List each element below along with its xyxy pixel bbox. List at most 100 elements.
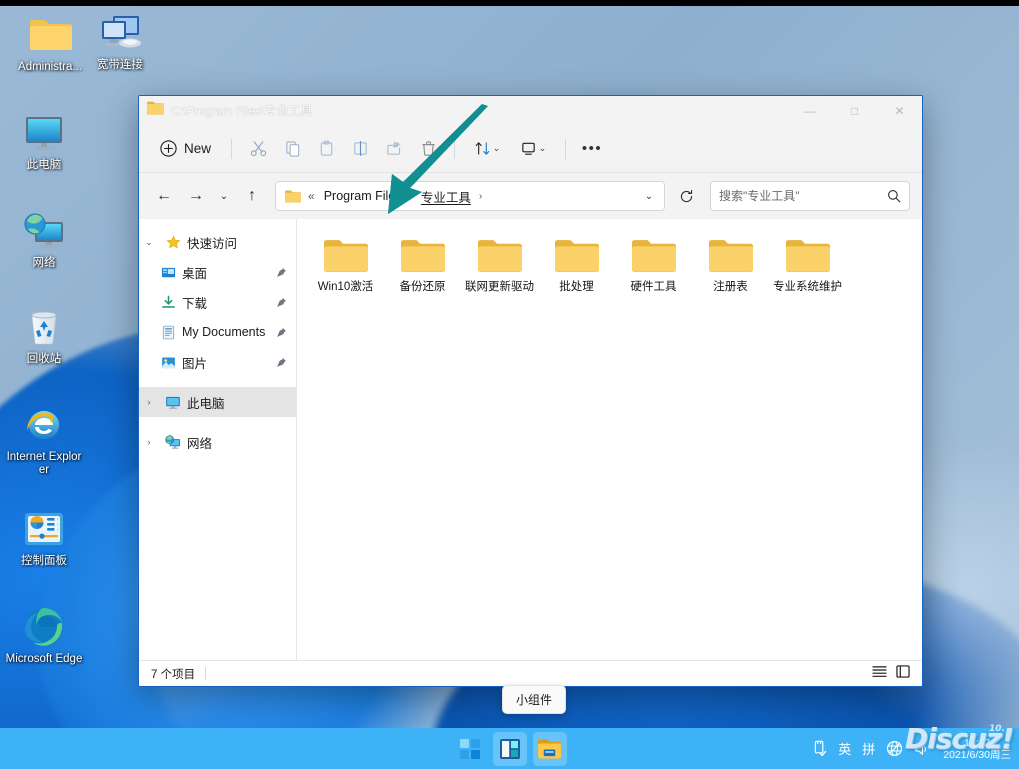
pin-icon[interactable] (274, 297, 288, 308)
address-dropdown-button[interactable]: ⌄ (638, 184, 660, 208)
chevron-down-icon[interactable]: ⌄ (139, 237, 159, 248)
pin-icon[interactable] (274, 357, 288, 368)
refresh-button[interactable] (671, 181, 701, 211)
desktop-icon-network[interactable]: 网络 (4, 208, 84, 270)
taskbar[interactable]: 英 拼 10:12 2021/6/30周三 (0, 728, 1019, 769)
folder-icon (147, 101, 164, 120)
close-button[interactable]: ✕ (877, 96, 922, 125)
chevron-down-icon: ⌄ (492, 143, 501, 153)
command-toolbar[interactable]: New ⌄ ⌄ ••• (139, 125, 922, 173)
sidebar-item-label: 此电脑 (187, 396, 225, 411)
view-toggles[interactable] (872, 664, 910, 683)
chevron-right-icon-2[interactable]: › (139, 437, 159, 447)
system-tray[interactable]: 英 拼 10:12 2021/6/30周三 (812, 737, 1011, 761)
recent-locations-button[interactable]: ⌄ (213, 181, 235, 211)
breadcrumb-program-files[interactable]: Program Files (320, 187, 406, 205)
navigation-pane[interactable]: ⌄ 快速访问 桌面 下载 My Documents 图片 › 此电脑 › 网络 (139, 219, 297, 660)
file-item[interactable]: 硬件工具 (615, 231, 692, 300)
trash-icon (421, 141, 435, 156)
sidebar-item-downloads[interactable]: 下载 (139, 287, 296, 317)
file-item[interactable]: 专业系统维护 (769, 231, 846, 300)
file-explorer-button[interactable] (532, 731, 567, 766)
cut-button[interactable] (241, 134, 275, 164)
desktop-icon-control-panel[interactable]: 控制面板 (4, 506, 84, 568)
desktop-icon-microsoft-edge[interactable]: Microsoft Edge (4, 604, 84, 666)
clock-date: 2021/6/30周三 (943, 748, 1011, 761)
back-button[interactable]: ← (149, 181, 179, 211)
sort-button[interactable]: ⌄ (464, 134, 510, 164)
network-globe-icon[interactable] (886, 740, 903, 757)
sidebar-item-quick-access[interactable]: ⌄ 快速访问 (139, 227, 296, 257)
breadcrumb-separator-1[interactable]: › (408, 191, 413, 202)
breadcrumb-overflow[interactable]: « (306, 189, 317, 203)
sidebar-item-this-pc[interactable]: › 此电脑 (139, 387, 296, 417)
usb-eject-icon[interactable] (812, 740, 827, 757)
file-explorer-window[interactable]: C:\Program Files\专业工具 — □ ✕ New ⌄ ⌄ ••• … (138, 95, 923, 687)
sidebar-item-pictures[interactable]: 图片 (139, 347, 296, 377)
minimize-button[interactable]: — (787, 96, 832, 125)
sidebar-item-network[interactable]: › 网络 (139, 427, 296, 457)
sidebar-item-my-documents[interactable]: My Documents (139, 317, 296, 347)
maximize-button[interactable]: □ (832, 96, 877, 125)
widgets-button[interactable] (492, 731, 527, 766)
start-button[interactable] (453, 732, 487, 766)
sidebar-item-label: My Documents (182, 325, 266, 339)
taskbar-clock[interactable]: 10:12 2021/6/30周三 (943, 737, 1011, 761)
share-button[interactable] (377, 134, 411, 164)
new-button[interactable]: New (153, 135, 222, 162)
file-item-label: 联网更新驱动 (465, 281, 534, 293)
file-item[interactable]: 备份还原 (384, 231, 461, 300)
file-grid: Win10激活 备份还原 联网更新驱动 批处理 硬件工具 注册表 专业系统维护 (307, 231, 912, 300)
list-view-icon[interactable] (872, 665, 887, 683)
more-button[interactable]: ••• (575, 134, 609, 164)
folder-icon (630, 235, 678, 275)
detail-view-icon[interactable] (896, 664, 910, 683)
window-titlebar[interactable]: C:\Program Files\专业工具 — □ ✕ (139, 96, 922, 125)
view-button[interactable]: ⌄ (510, 134, 556, 164)
sidebar-item-label: 网络 (187, 436, 213, 451)
search-icon[interactable] (887, 189, 901, 203)
file-item[interactable]: 联网更新驱动 (461, 231, 538, 300)
breadcrumb-list[interactable]: « Program Files › 专业工具 › (306, 185, 638, 208)
pin-icon[interactable] (274, 327, 288, 338)
file-item[interactable]: 批处理 (538, 231, 615, 300)
copy-button[interactable] (275, 134, 309, 164)
file-item[interactable]: Win10激活 (307, 231, 384, 300)
breadcrumb-current-folder[interactable]: 专业工具 (417, 185, 475, 208)
desktop-icon-internet-explorer[interactable]: Internet Explorer (4, 402, 84, 477)
desktop-icon-administrator[interactable]: Administra... (10, 12, 90, 74)
search-input[interactable] (719, 189, 887, 203)
recycle-bin-icon (21, 304, 67, 350)
file-item[interactable]: 注册表 (692, 231, 769, 300)
desktop-icon-this-pc[interactable]: 此电脑 (4, 110, 84, 172)
window-controls[interactable]: — □ ✕ (787, 96, 922, 125)
file-item-label: 专业系统维护 (773, 281, 842, 293)
ime-language-indicator[interactable]: 英 (838, 739, 851, 758)
desktop[interactable]: Administra... 宽带连接 此电脑 网络 回收站 Internet E… (0, 6, 1019, 769)
sidebar-item-desktop[interactable]: 桌面 (139, 257, 296, 287)
file-item-label: 注册表 (713, 281, 748, 293)
breadcrumb-tools[interactable]: ⌄ (638, 184, 660, 208)
taskbar-apps[interactable] (453, 731, 567, 766)
desktop-icon-label: Administra... (18, 61, 82, 73)
ime-mode-indicator[interactable]: 拼 (862, 739, 875, 758)
chevron-down-icon-2: ⌄ (538, 143, 547, 153)
refresh-icon (680, 189, 692, 202)
up-button[interactable]: ↑ (237, 181, 267, 211)
pin-icon[interactable] (274, 267, 288, 278)
address-bar[interactable]: ← → ⌄ ↑ « Program Files › 专业工具 › ⌄ 搜索"专业… (139, 173, 922, 219)
chevron-right-icon[interactable]: › (139, 397, 159, 407)
this-pc-icon (164, 393, 182, 411)
desktop-icon-broadband[interactable]: 宽带连接 (80, 10, 160, 72)
volume-icon[interactable] (914, 741, 930, 757)
forward-button[interactable]: → (181, 181, 211, 211)
paste-button[interactable] (309, 134, 343, 164)
desktop-icon-recycle-bin[interactable]: 回收站 (4, 304, 84, 366)
breadcrumb-separator-2[interactable]: › (478, 191, 483, 202)
rename-button[interactable] (343, 134, 377, 164)
toolbar-divider (231, 138, 233, 159)
breadcrumb-bar[interactable]: « Program Files › 专业工具 › ⌄ (275, 181, 665, 211)
search-box[interactable] (710, 181, 910, 211)
file-list-pane[interactable]: Win10激活 备份还原 联网更新驱动 批处理 硬件工具 注册表 专业系统维护 (297, 219, 922, 660)
delete-button[interactable] (411, 134, 445, 164)
